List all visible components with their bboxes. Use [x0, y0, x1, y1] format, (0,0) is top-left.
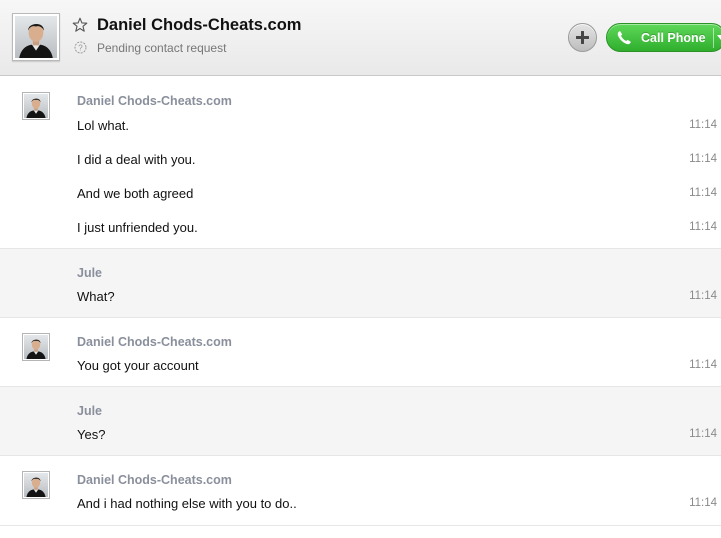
call-phone-label: Call Phone	[641, 31, 706, 45]
sender-name: Daniel Chods-Cheats.com	[77, 335, 232, 349]
contact-status: Pending contact request	[97, 41, 227, 55]
add-participant-button[interactable]	[568, 23, 597, 52]
message-group: Jule What? 11:14	[0, 249, 721, 318]
contact-avatar[interactable]	[12, 13, 60, 61]
button-divider	[713, 28, 714, 48]
message-time: 11:14	[689, 359, 717, 371]
message-group: Daniel Chods-Cheats.com You got your acc…	[0, 318, 721, 387]
message-text: Yes?	[77, 427, 106, 442]
plus-icon	[576, 31, 589, 44]
contact-name[interactable]: Daniel Chods-Cheats.com	[97, 16, 301, 35]
sender-name: Daniel Chods-Cheats.com	[77, 473, 232, 487]
message-time: 11:14	[689, 428, 717, 440]
call-phone-button[interactable]: Call Phone	[606, 23, 721, 52]
message-time: 11:14	[689, 290, 717, 302]
message-time: 11:14	[689, 221, 717, 233]
message-history[interactable]: Daniel Chods-Cheats.com Lol what. 11:14 …	[0, 77, 721, 538]
sender-avatar[interactable]	[22, 471, 50, 499]
sender-avatar[interactable]	[22, 333, 50, 361]
svg-text:?: ?	[78, 43, 83, 52]
sender-name: Jule	[77, 404, 103, 418]
sender-name: Daniel Chods-Cheats.com	[77, 94, 232, 108]
message-text: I just unfriended you.	[77, 220, 198, 235]
message-group: Daniel Chods-Cheats.com And i had nothin…	[0, 456, 721, 526]
conversation-header: Daniel Chods-Cheats.com ? Pending contac…	[0, 0, 721, 76]
message-time: 11:14	[689, 153, 717, 165]
pending-request-icon: ?	[74, 41, 87, 54]
message-group: Jule Yes? 11:14	[0, 387, 721, 456]
message-text: And i had nothing else with you to do..	[77, 496, 297, 511]
message-text: And we both agreed	[77, 186, 194, 201]
message-text: You got your account	[77, 358, 199, 373]
chevron-down-icon[interactable]	[717, 35, 721, 40]
message-group: Daniel Chods-Cheats.com Lol what. 11:14 …	[0, 77, 721, 249]
message-text: What?	[77, 289, 115, 304]
phone-icon	[616, 30, 632, 46]
message-text: Lol what.	[77, 118, 130, 133]
message-time: 11:14	[689, 119, 717, 131]
sender-avatar[interactable]	[22, 92, 50, 120]
sender-name: Jule	[77, 266, 103, 280]
star-icon[interactable]	[72, 17, 88, 33]
message-time: 11:14	[689, 497, 717, 509]
message-time: 11:14	[689, 187, 717, 199]
message-text: I did a deal with you.	[77, 152, 196, 167]
